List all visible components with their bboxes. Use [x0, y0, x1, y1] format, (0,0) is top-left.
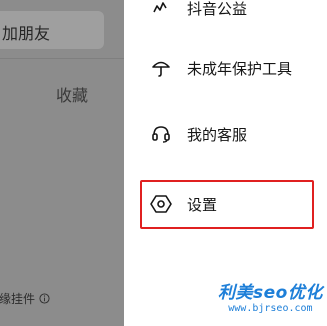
hexagon-gear-icon	[150, 193, 172, 215]
watermark-url: www.bjrseo.com	[228, 303, 313, 314]
info-icon	[39, 293, 50, 304]
headset-icon	[150, 123, 172, 145]
widget-entry: 缘挂件	[0, 290, 50, 307]
side-drawer-menu: 抖音公益 未成年保护工具 我的客服 设置	[124, 0, 327, 326]
divider	[0, 58, 124, 59]
menu-item-customer-service[interactable]: 我的客服	[124, 112, 327, 156]
dimmed-profile-page[interactable]: 加朋友 收藏 缘挂件	[0, 0, 124, 326]
favorites-tab: 收藏	[56, 86, 89, 105]
menu-item-settings[interactable]: 设置	[124, 182, 327, 226]
watermark: 利美seo优化 www.bjrseo.com	[218, 285, 323, 314]
menu-item-label: 我的客服	[187, 125, 248, 144]
menu-item-label: 设置	[187, 195, 218, 214]
menu-item-douyin-charity[interactable]: 抖音公益	[124, 0, 327, 30]
menu-item-label: 抖音公益	[187, 0, 248, 18]
menu-item-label: 未成年保护工具	[187, 59, 293, 78]
add-friend-label: 加朋友	[2, 24, 51, 43]
widget-label: 缘挂件	[0, 292, 36, 306]
watermark-text: 利美seo优化	[218, 283, 323, 303]
menu-item-minor-protection[interactable]: 未成年保护工具	[124, 46, 327, 90]
heart-chart-icon	[150, 0, 172, 19]
umbrella-icon	[150, 57, 172, 79]
